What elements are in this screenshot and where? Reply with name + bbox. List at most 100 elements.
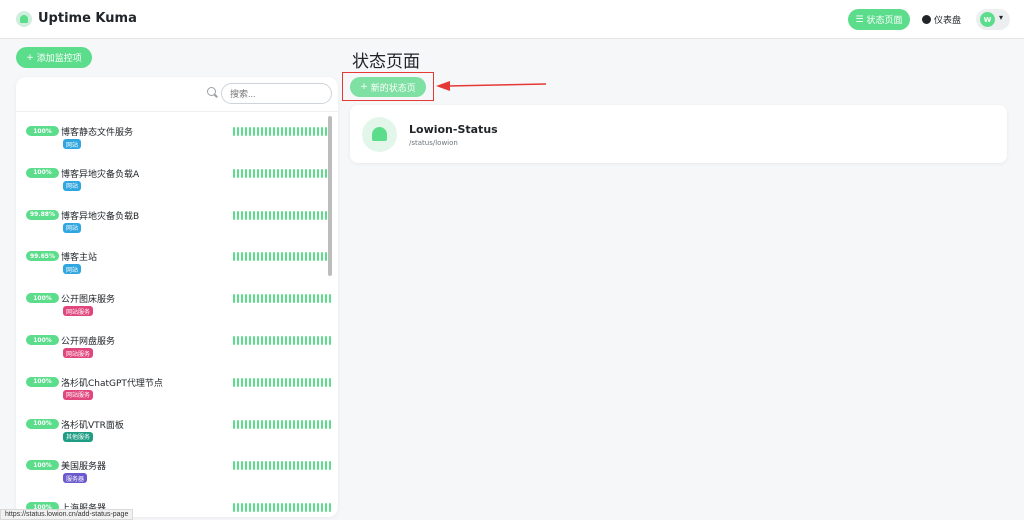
heartbeat-tick: [269, 503, 271, 513]
monitor-name: 博客异地灾备负载B: [61, 211, 140, 222]
heartbeat-tick: [265, 168, 267, 178]
heartbeat-tick: [321, 252, 323, 262]
heartbeat-tick: [253, 377, 255, 387]
heartbeat-tick: [321, 503, 323, 513]
heartbeat-tick: [273, 461, 275, 471]
heartbeat-tick: [301, 210, 303, 220]
heartbeat-tick: [253, 127, 255, 136]
plus-icon: +: [360, 82, 368, 92]
heartbeat-tick: [281, 210, 283, 220]
heartbeat-tick: [309, 377, 311, 387]
monitor-item[interactable]: 100% 洛杉矶ChatGPT代理节点 网站服务: [16, 370, 331, 412]
top-header: Uptime Kuma ☰ 状态页面 仪表盘 W ▾: [0, 0, 1024, 39]
heartbeat-tick: [301, 168, 303, 178]
heartbeat-tick: [309, 419, 311, 429]
heartbeat-tick: [317, 419, 319, 429]
heartbeat-tick: [293, 210, 295, 220]
heartbeat-tick: [285, 127, 287, 136]
heartbeat-tick: [313, 127, 315, 136]
monitor-item[interactable]: 100% 美国服务器 服务器: [16, 453, 331, 495]
uptime-badge: 100%: [26, 376, 59, 387]
app-title[interactable]: Uptime Kuma: [38, 11, 137, 26]
heartbeat-tick: [321, 294, 323, 304]
heartbeat-tick: [245, 168, 247, 178]
heartbeat-tick: [241, 461, 243, 471]
monitor-tag: 其他服务: [63, 431, 94, 442]
heartbeat-tick: [257, 461, 259, 471]
heartbeat-tick: [289, 503, 291, 513]
monitor-item[interactable]: 100% 公开图床服务 网站服务: [16, 286, 331, 328]
heartbeat-tick: [277, 461, 279, 471]
monitor-item[interactable]: 100% 博客静态文件服务 网站: [16, 119, 331, 161]
heartbeat-tick: [285, 419, 287, 429]
heartbeat-tick: [281, 503, 283, 513]
heartbeat-tick: [265, 127, 267, 136]
heartbeat-tick: [253, 210, 255, 220]
status-page-button[interactable]: ☰ 状态页面: [848, 9, 910, 30]
heartbeat-tick: [277, 210, 279, 220]
heartbeat-tick: [261, 294, 263, 304]
heartbeat-tick: [317, 252, 319, 262]
heartbeat-tick: [273, 127, 275, 136]
add-monitor-button[interactable]: + 添加监控项: [16, 47, 92, 68]
heartbeat-tick: [269, 127, 271, 136]
heartbeat-tick: [317, 294, 319, 304]
heartbeat-tick: [313, 503, 315, 513]
heartbeat-tick: [249, 252, 251, 262]
monitor-item[interactable]: 100% 博客异地灾备负载A 网站: [16, 161, 331, 203]
heartbeat-tick: [237, 461, 239, 471]
heartbeat-bar: [233, 127, 331, 136]
profile-dropdown[interactable]: W ▾: [976, 9, 1010, 30]
monitor-list: 100%博客静态文件服务网站100%博客异地灾备负载A网站99.88%博客异地灾…: [16, 77, 338, 517]
heartbeat-tick: [293, 127, 295, 136]
search-input[interactable]: [221, 83, 332, 104]
heartbeat-tick: [253, 419, 255, 429]
heartbeat-tick: [313, 336, 315, 345]
heartbeat-tick: [237, 210, 239, 220]
dashboard-link[interactable]: 仪表盘: [922, 13, 961, 26]
status-page-card[interactable]: Lowion-Status /status/lowion: [350, 105, 1007, 163]
heartbeat-bar: [233, 210, 331, 220]
monitor-item[interactable]: 100% 公开网盘服务 网站服务: [16, 328, 331, 370]
heartbeat-tick: [313, 377, 315, 387]
heartbeat-tick: [249, 336, 251, 345]
uptime-badge: 100%: [26, 126, 59, 136]
heartbeat-tick: [309, 294, 311, 304]
monitor-item[interactable]: 99.65% 博客主站 网站: [16, 244, 331, 286]
heartbeat-tick: [309, 252, 311, 262]
heartbeat-tick: [297, 503, 299, 513]
heartbeat-tick: [301, 377, 303, 387]
uptime-badge: 100%: [26, 293, 59, 304]
heartbeat-tick: [309, 461, 311, 471]
uptime-kuma-logo-icon[interactable]: [16, 11, 32, 27]
heartbeat-tick: [281, 461, 283, 471]
heartbeat-tick: [281, 336, 283, 345]
monitor-tag: 网站: [63, 222, 82, 233]
heartbeat-tick: [321, 419, 323, 429]
heartbeat-tick: [301, 419, 303, 429]
heartbeat-tick: [257, 336, 259, 345]
monitor-item[interactable]: 100% 洛杉矶VTR面板 其他服务: [16, 412, 331, 454]
heartbeat-tick: [241, 210, 243, 220]
heartbeat-tick: [273, 294, 275, 304]
heartbeat-tick: [249, 377, 251, 387]
heartbeat-tick: [241, 503, 243, 513]
heartbeat-bar: [233, 377, 331, 387]
heartbeat-tick: [305, 127, 307, 136]
scrollbar-thumb[interactable]: [328, 116, 332, 276]
search-icon: [207, 87, 216, 96]
heartbeat-tick: [281, 419, 283, 429]
monitor-tag: 网站服务: [63, 306, 94, 317]
divider: [16, 111, 338, 112]
uptime-badge: 100%: [26, 335, 59, 345]
heartbeat-tick: [285, 168, 287, 178]
heartbeat-tick: [261, 210, 263, 220]
monitor-name: 洛杉矶VTR面板: [61, 420, 124, 431]
heartbeat-tick: [257, 503, 259, 513]
monitor-item[interactable]: 99.88% 博客异地灾备负载B 网站: [16, 203, 331, 245]
heartbeat-tick: [269, 419, 271, 429]
monitor-tag: 服务器: [63, 473, 88, 484]
heartbeat-tick: [301, 127, 303, 136]
new-status-page-button[interactable]: + 新的状态页: [350, 77, 426, 97]
heartbeat-tick: [269, 377, 271, 387]
